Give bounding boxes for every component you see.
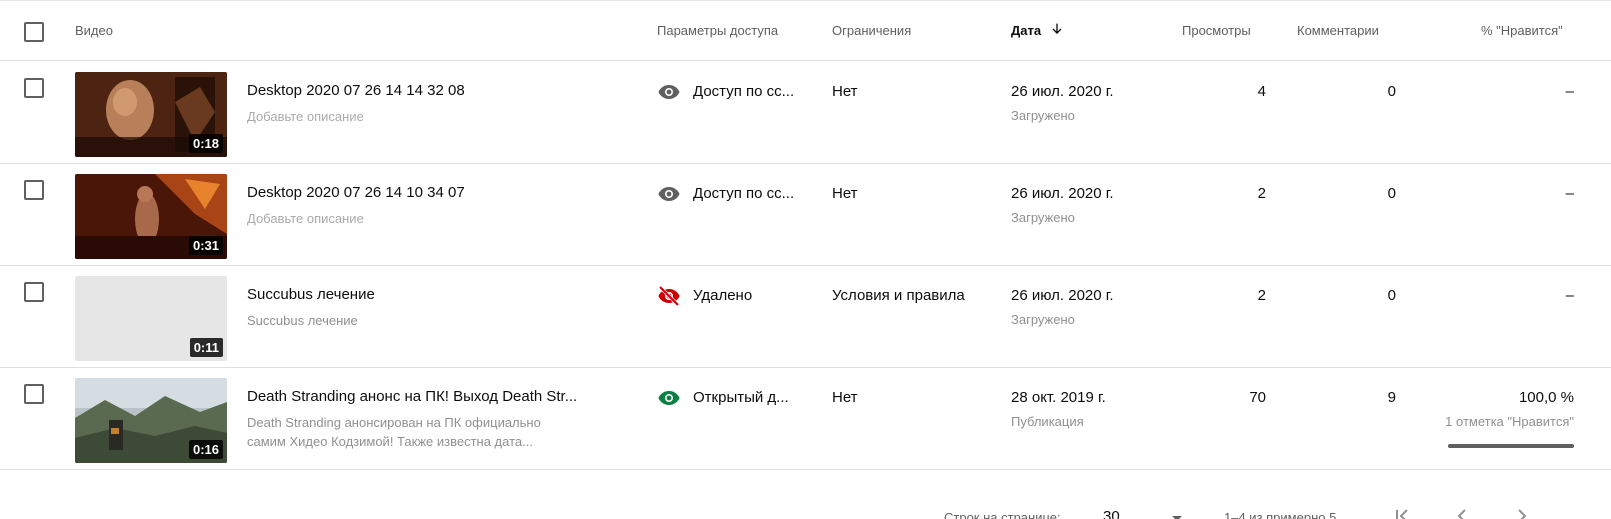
videos-table-page: Видео Параметры доступа Ограничения Дата… <box>0 0 1611 519</box>
eye-off-icon[interactable] <box>657 284 681 308</box>
comments-value: 9 <box>1387 389 1396 406</box>
date-status: Загружено <box>1011 210 1075 225</box>
date-status: Загружено <box>1011 108 1075 123</box>
video-duration: 0:11 <box>189 338 223 357</box>
video-thumbnail-placeholder[interactable]: 0:11 <box>75 276 227 361</box>
video-title[interactable]: Death Stranding анонс на ПК! Выход Death… <box>247 388 577 405</box>
restrictions-value: Нет <box>832 185 858 202</box>
restrictions-value[interactable]: Условия и правила <box>832 287 965 304</box>
visibility-label[interactable]: Открытый д... <box>693 389 789 406</box>
restrictions-value: Нет <box>832 389 858 406</box>
caret-down-icon[interactable] <box>1165 506 1189 519</box>
date-value: 26 июл. 2020 г. <box>1011 83 1114 100</box>
likes-value: – <box>1565 185 1574 202</box>
likes-value: – <box>1565 287 1574 304</box>
row-checkbox[interactable] <box>24 180 44 200</box>
table-row[interactable]: 0:31 Desktop 2020 07 26 14 10 34 07 Доба… <box>0 164 1611 266</box>
table-row[interactable]: 0:16 Death Stranding анонс на ПК! Выход … <box>0 368 1611 470</box>
visibility-label[interactable]: Доступ по сс... <box>693 185 794 202</box>
first-page-icon[interactable] <box>1390 504 1414 519</box>
previous-page-icon[interactable] <box>1450 504 1474 519</box>
date-status: Публикация <box>1011 414 1084 429</box>
video-thumbnail[interactable]: 0:18 <box>75 72 227 157</box>
video-thumbnail[interactable]: 0:31 <box>75 174 227 259</box>
rows-per-page-label: Строк на странице: <box>944 510 1061 519</box>
video-description[interactable]: Добавьте описание <box>247 209 617 228</box>
header-restrictions[interactable]: Ограничения <box>832 23 911 38</box>
header-views[interactable]: Просмотры <box>1182 23 1251 38</box>
video-duration: 0:31 <box>188 236 223 255</box>
next-page-icon[interactable] <box>1510 504 1534 519</box>
likes-value: – <box>1565 83 1574 100</box>
table-row[interactable]: 0:18 Desktop 2020 07 26 14 14 32 08 Доба… <box>0 62 1611 164</box>
video-title[interactable]: Desktop 2020 07 26 14 14 32 08 <box>247 82 465 99</box>
views-value: 2 <box>1257 185 1266 202</box>
video-description[interactable]: Succubus лечение <box>247 311 617 330</box>
likes-count: 1 отметка "Нравится" <box>1445 414 1574 429</box>
comments-value: 0 <box>1387 287 1396 304</box>
likes-value: 100,0 % <box>1518 389 1574 406</box>
comments-value: 0 <box>1387 185 1396 202</box>
select-all-checkbox[interactable] <box>24 22 44 42</box>
video-title[interactable]: Desktop 2020 07 26 14 10 34 07 <box>247 184 465 201</box>
header-likes[interactable]: % "Нравится" <box>1481 23 1563 38</box>
date-value: 26 июл. 2020 г. <box>1011 185 1114 202</box>
header-date-label: Дата <box>1011 23 1042 38</box>
video-duration: 0:18 <box>188 134 223 153</box>
date-status: Загружено <box>1011 312 1075 327</box>
description-line: Death Stranding анонсирован на ПК официа… <box>247 415 541 430</box>
table-row[interactable]: 0:11 Succubus лечение Succubus лечение У… <box>0 266 1611 368</box>
video-title[interactable]: Succubus лечение <box>247 286 375 303</box>
views-value: 70 <box>1249 389 1266 406</box>
likes-ratio-fill <box>1448 444 1574 448</box>
row-checkbox[interactable] <box>24 78 44 98</box>
description-line: самим Хидео Кодзимой! Также известна дат… <box>247 434 533 449</box>
eye-icon[interactable] <box>657 386 681 410</box>
video-description[interactable]: Добавьте описание <box>247 107 617 126</box>
header-access[interactable]: Параметры доступа <box>657 23 778 38</box>
video-thumbnail[interactable]: 0:16 <box>75 378 227 463</box>
date-value: 26 июл. 2020 г. <box>1011 287 1114 304</box>
visibility-label[interactable]: Доступ по сс... <box>693 83 794 100</box>
views-value: 4 <box>1257 83 1266 100</box>
rows-per-page-value[interactable]: 30 <box>1103 508 1120 519</box>
row-checkbox[interactable] <box>24 282 44 302</box>
page-range: 1–4 из примерно 5 <box>1224 510 1337 519</box>
eye-icon[interactable] <box>657 182 681 206</box>
arrow-down-icon <box>1049 21 1065 40</box>
header-comments[interactable]: Комментарии <box>1297 23 1379 38</box>
header-video[interactable]: Видео <box>75 23 113 38</box>
likes-ratio-bar <box>1448 444 1574 448</box>
row-checkbox[interactable] <box>24 384 44 404</box>
visibility-label[interactable]: Удалено <box>693 287 752 304</box>
video-description[interactable]: Death Stranding анонсирован на ПК официа… <box>247 413 617 451</box>
table-header: Видео Параметры доступа Ограничения Дата… <box>0 1 1611 61</box>
eye-icon[interactable] <box>657 80 681 104</box>
views-value: 2 <box>1257 287 1266 304</box>
header-date-sort[interactable]: Дата <box>1011 23 1065 40</box>
comments-value: 0 <box>1387 83 1396 100</box>
restrictions-value: Нет <box>832 83 858 100</box>
video-duration: 0:16 <box>188 440 223 459</box>
pagination-footer: Строк на странице: 30 1–4 из примерно 5 <box>0 490 1611 519</box>
date-value: 28 окт. 2019 г. <box>1011 389 1106 406</box>
